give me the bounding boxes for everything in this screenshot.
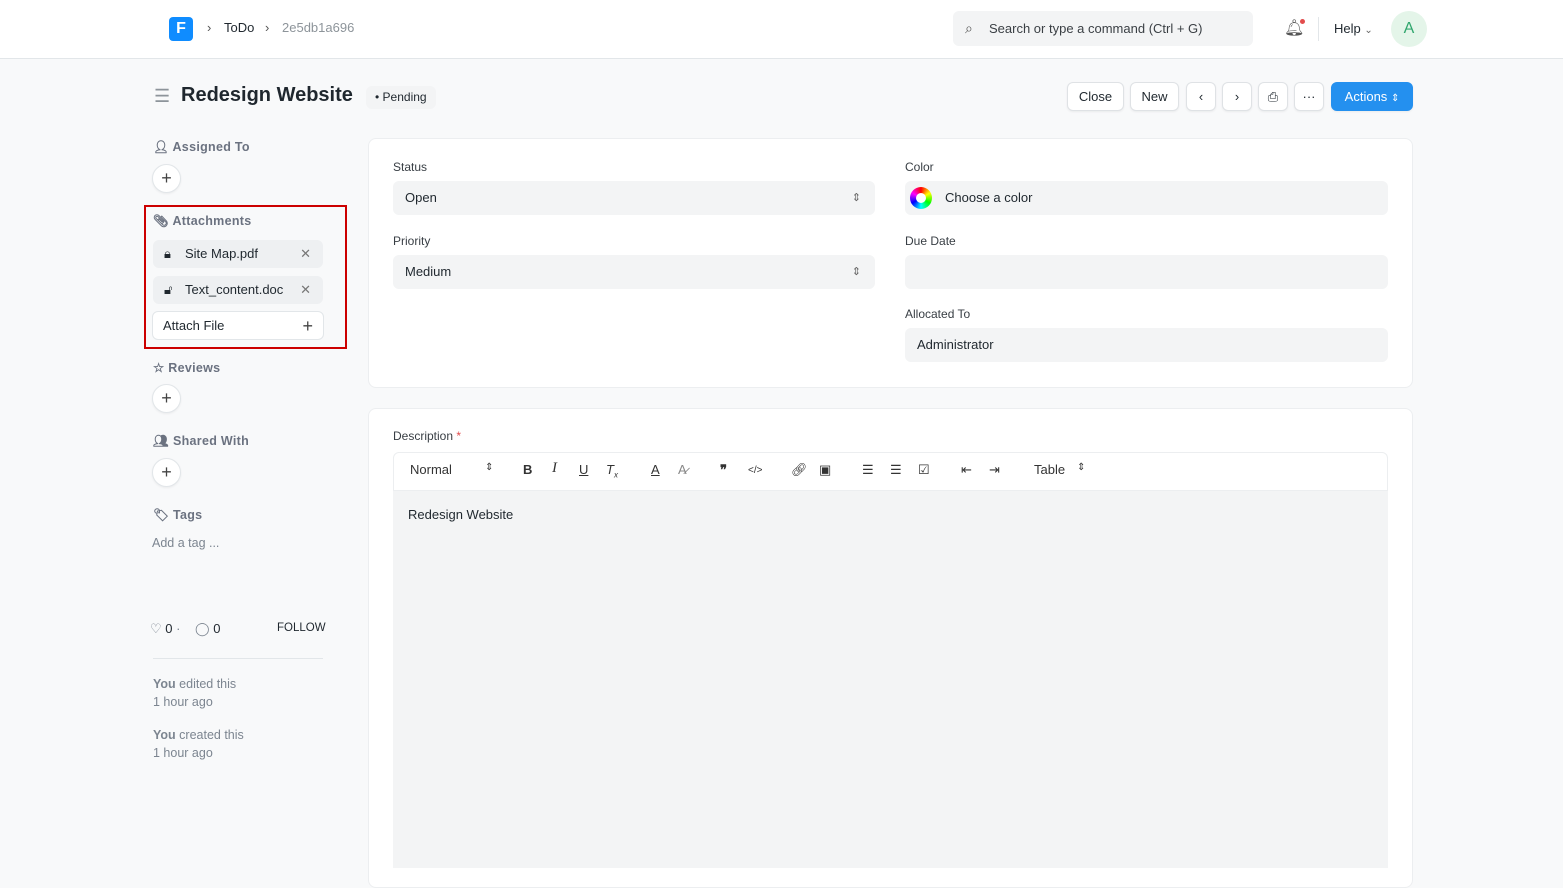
- bell-icon[interactable]: 🔔︎: [1284, 18, 1306, 38]
- divider: [1318, 17, 1319, 41]
- description-editor[interactable]: Redesign Website: [393, 491, 1388, 868]
- close-button[interactable]: Close: [1067, 82, 1124, 111]
- status-badge: • Pending: [366, 86, 436, 109]
- color-picker[interactable]: Choose a color: [905, 181, 1388, 215]
- star-icon: ☆: [153, 361, 165, 375]
- print-button[interactable]: ⎙: [1258, 82, 1288, 111]
- chevron-right-icon: ›: [1234, 89, 1240, 104]
- share-button[interactable]: +: [152, 458, 181, 487]
- like-count[interactable]: ♡ 0 ·: [150, 621, 180, 637]
- priority-label: Priority: [393, 234, 431, 248]
- shared-with-label: 👥︎ Shared With: [153, 434, 250, 448]
- status-select[interactable]: Open ⇕: [393, 181, 875, 215]
- chevron-left-icon: ‹: [1198, 89, 1204, 104]
- attachment-item[interactable]: 🔓︎ Text_content.doc ✕: [153, 276, 323, 304]
- activity-item: You edited this 1 hour ago: [153, 677, 237, 709]
- add-review-button[interactable]: +: [152, 384, 181, 413]
- add-tag-link[interactable]: Add a tag ...: [152, 536, 219, 550]
- search-icon: ⌕: [965, 20, 973, 36]
- color-label: Color: [905, 160, 934, 174]
- help-menu[interactable]: Help ⌄: [1334, 21, 1373, 36]
- tags-label: 🏷︎ Tags: [153, 508, 203, 522]
- attach-file-button[interactable]: Attach File +: [152, 311, 324, 340]
- background-color-icon[interactable]: A̷: [678, 462, 687, 477]
- due-date-label: Due Date: [905, 234, 956, 248]
- ordered-list-icon[interactable]: ☰: [862, 462, 874, 478]
- chevron-right-icon: ›: [207, 20, 212, 35]
- color-wheel-icon: [910, 187, 932, 209]
- reviews-label: ☆ Reviews: [153, 361, 221, 375]
- menu-icon[interactable]: ☰: [154, 86, 170, 107]
- users-icon: 👥︎: [153, 434, 170, 448]
- paperclip-icon: 📎︎: [153, 214, 170, 228]
- app-logo[interactable]: F: [169, 17, 193, 41]
- outdent-icon[interactable]: ⇤: [961, 462, 972, 478]
- avatar[interactable]: A: [1391, 11, 1427, 47]
- next-button[interactable]: ›: [1222, 82, 1252, 111]
- allocated-to-label: Allocated To: [905, 307, 971, 321]
- tag-icon: 🏷︎: [153, 508, 170, 522]
- user-icon: 👤︎: [153, 140, 170, 154]
- table-select[interactable]: Table ⇕: [1034, 462, 1085, 477]
- breadcrumb-todo[interactable]: ToDo: [224, 20, 254, 35]
- page-title: Redesign Website: [181, 84, 353, 106]
- more-icon: ···: [1302, 89, 1316, 104]
- printer-icon: ⎙: [1267, 89, 1279, 104]
- checklist-icon[interactable]: ☑: [918, 462, 930, 478]
- text-color-icon[interactable]: A: [651, 462, 660, 477]
- due-date-input[interactable]: [905, 255, 1388, 289]
- previous-button[interactable]: ‹: [1186, 82, 1216, 111]
- clear-format-icon[interactable]: Tx: [606, 462, 618, 480]
- new-button[interactable]: New: [1130, 82, 1179, 111]
- divider: [153, 658, 323, 659]
- search-input[interactable]: ⌕ Search or type a command (Ctrl + G): [953, 11, 1253, 46]
- more-button[interactable]: ···: [1294, 82, 1324, 111]
- bold-icon[interactable]: B: [523, 462, 532, 477]
- bullet-list-icon[interactable]: ☰: [890, 462, 902, 478]
- actions-button[interactable]: Actions ⇕: [1331, 82, 1413, 111]
- format-select[interactable]: Normal ⇕: [410, 462, 493, 477]
- comment-icon: ◯: [195, 621, 210, 636]
- unlock-icon: 🔓︎: [164, 282, 173, 297]
- status-label: Status: [393, 160, 428, 174]
- blockquote-icon[interactable]: ❞: [720, 462, 727, 478]
- link-icon[interactable]: 🔗︎: [791, 462, 808, 478]
- image-icon[interactable]: ▣: [819, 462, 831, 478]
- plus-icon: +: [302, 316, 313, 336]
- allocated-to-input[interactable]: Administrator: [905, 328, 1388, 362]
- lock-icon: 🔒︎: [164, 246, 171, 261]
- activity-item: You created this 1 hour ago: [153, 728, 244, 760]
- assigned-to-label: 👤︎ Assigned To: [153, 140, 250, 154]
- follow-button[interactable]: FOLLOW: [277, 622, 326, 634]
- add-assignee-button[interactable]: +: [152, 164, 181, 193]
- attachments-label: 📎︎ Attachments: [153, 214, 252, 228]
- attachment-item[interactable]: 🔒︎ Site Map.pdf ✕: [153, 240, 323, 268]
- priority-select[interactable]: Medium ⇕: [393, 255, 875, 289]
- remove-icon[interactable]: ✕: [300, 276, 311, 304]
- indent-icon[interactable]: ⇥: [989, 462, 1000, 478]
- code-icon[interactable]: </>: [748, 465, 762, 476]
- breadcrumb-doc[interactable]: 2e5db1a696: [282, 20, 354, 35]
- select-arrows-icon: ⇕: [851, 192, 861, 204]
- select-arrows-icon: ⇕: [851, 266, 861, 278]
- description-label: Description *: [393, 429, 462, 443]
- remove-icon[interactable]: ✕: [300, 240, 311, 268]
- navbar: F › ToDo › 2e5db1a696 ⌕ Search or type a…: [0, 0, 1563, 59]
- comment-count[interactable]: ◯ 0: [195, 621, 220, 637]
- italic-icon[interactable]: I: [552, 460, 557, 477]
- search-placeholder: Search or type a command (Ctrl + G): [989, 21, 1203, 36]
- chevron-right-icon: ›: [265, 20, 270, 35]
- underline-icon[interactable]: U: [579, 462, 588, 477]
